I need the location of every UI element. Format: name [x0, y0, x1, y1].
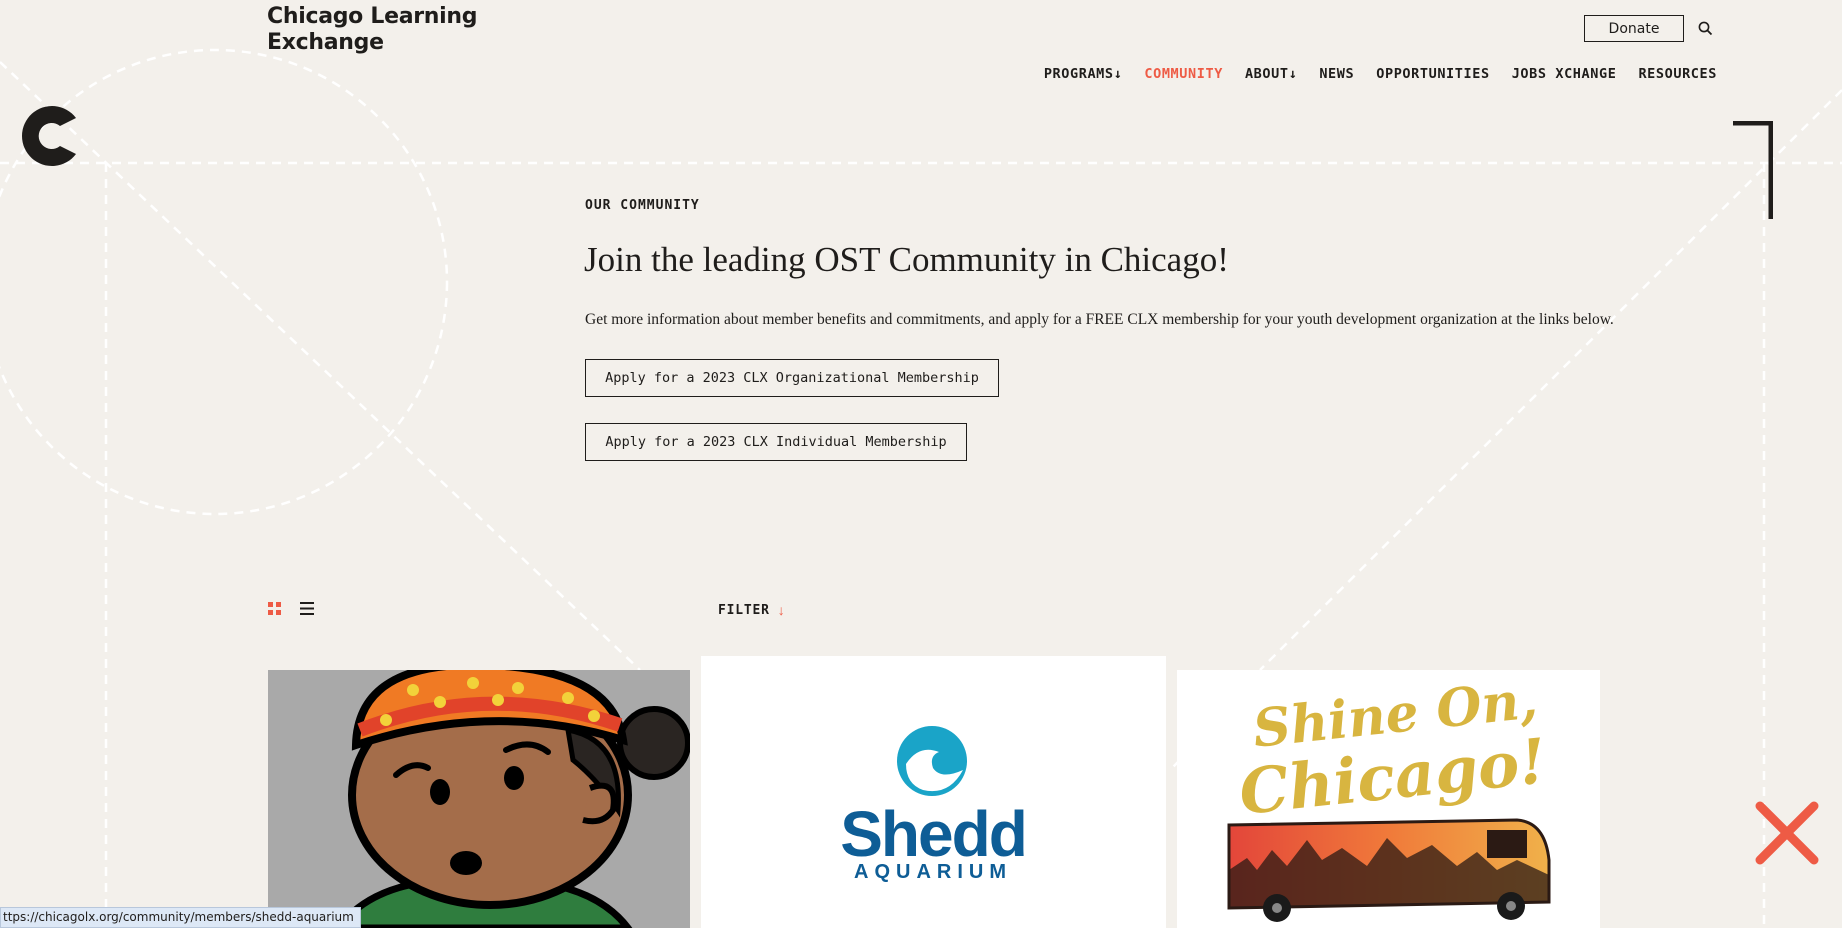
section-eyebrow: OUR COMMUNITY: [585, 198, 700, 213]
page-description: Get more information about member benefi…: [585, 311, 1614, 328]
grid-view-icon[interactable]: [268, 602, 281, 615]
filter-toggle[interactable]: FILTER ↓: [718, 602, 785, 618]
cartoon-avatar-image: [268, 670, 690, 928]
main-nav: PROGRAMS↓ COMMUNITY ABOUT↓ NEWS OPPORTUN…: [1044, 66, 1717, 82]
decorative-bracket: [1733, 121, 1773, 219]
brand-line-1: Chicago Learning: [267, 4, 478, 29]
shine-on-chicago-image: Shine On, Chicago!: [1177, 670, 1600, 928]
filter-label: FILTER: [718, 602, 770, 618]
member-card[interactable]: Shedd AQUARIUM: [701, 656, 1166, 928]
search-button[interactable]: [1695, 18, 1715, 38]
logo-c-icon: [22, 106, 76, 166]
list-view-icon[interactable]: [300, 601, 314, 616]
link-preview-status: ttps://chicagolx.org/community/members/s…: [0, 907, 361, 928]
donate-button[interactable]: Donate: [1584, 15, 1684, 42]
brand-line-2: Exchange: [267, 30, 384, 55]
nav-opportunities[interactable]: OPPORTUNITIES: [1376, 66, 1489, 82]
search-icon: [1698, 21, 1712, 35]
shedd-logo-word: Shedd: [840, 798, 1026, 870]
shedd-aquarium-logo: Shedd AQUARIUM: [701, 656, 1166, 928]
arrow-down-icon: ↓: [777, 602, 785, 618]
apply-organizational-membership-button[interactable]: Apply for a 2023 CLX Organizational Memb…: [585, 359, 999, 397]
shedd-logo-subword: AQUARIUM: [854, 861, 1012, 883]
page-title: Join the leading OST Community in Chicag…: [584, 240, 1229, 279]
nav-resources[interactable]: RESOURCES: [1638, 66, 1717, 82]
nav-jobs-xchange[interactable]: JOBS XCHANGE: [1512, 66, 1617, 82]
apply-individual-membership-button[interactable]: Apply for a 2023 CLX Individual Membersh…: [585, 423, 967, 461]
member-card[interactable]: [268, 670, 690, 928]
site-logo-text[interactable]: Chicago Learning Exchange: [267, 4, 497, 56]
close-icon[interactable]: [1752, 798, 1822, 868]
nav-news[interactable]: NEWS: [1319, 66, 1354, 82]
member-card[interactable]: Shine On, Chicago!: [1177, 670, 1600, 928]
nav-programs[interactable]: PROGRAMS↓: [1044, 66, 1123, 82]
nav-about[interactable]: ABOUT↓: [1245, 66, 1297, 82]
nav-community[interactable]: COMMUNITY: [1144, 66, 1223, 82]
